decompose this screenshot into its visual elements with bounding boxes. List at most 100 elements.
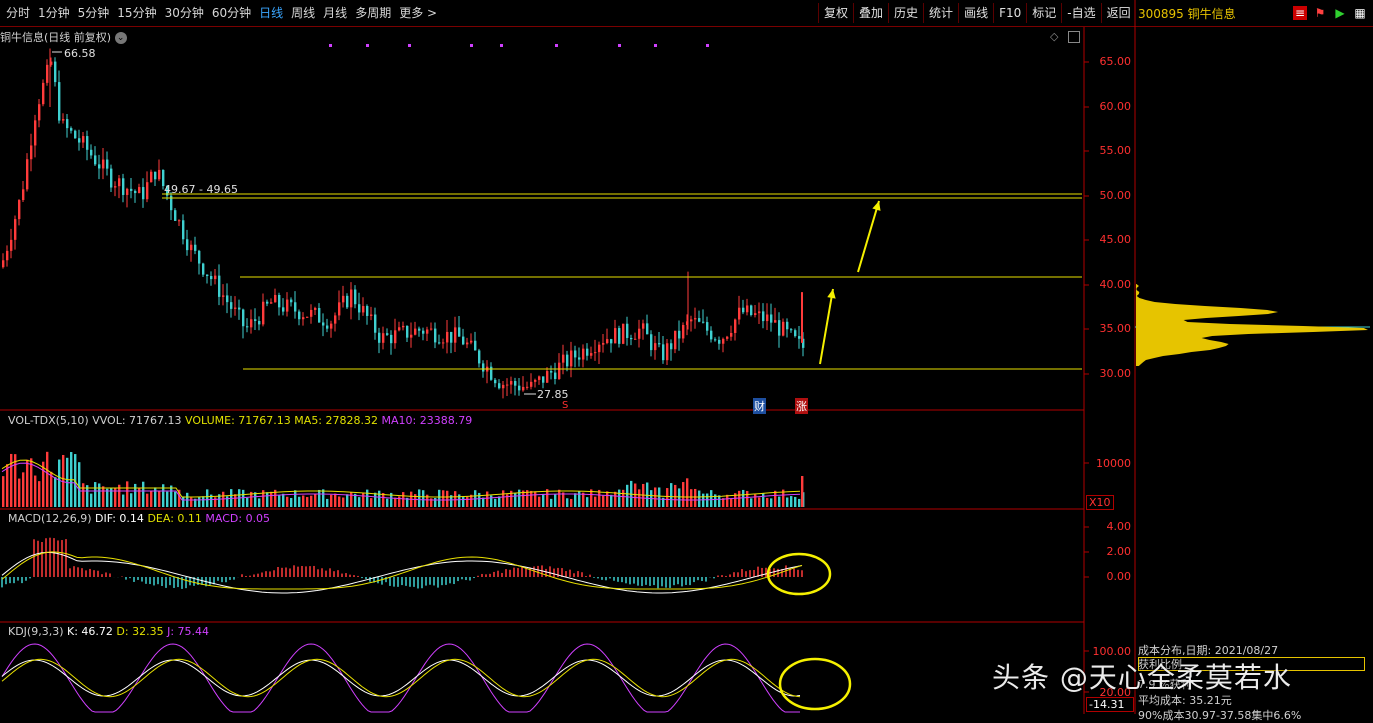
finance-marker[interactable]: 财 bbox=[753, 398, 766, 414]
candle-body bbox=[386, 333, 389, 335]
candle-body bbox=[142, 187, 145, 200]
candle-body bbox=[54, 61, 57, 83]
volume-bar bbox=[762, 493, 765, 507]
volume-bar bbox=[594, 496, 597, 507]
candle-body bbox=[690, 319, 693, 322]
candle-body bbox=[350, 289, 353, 308]
candle-body bbox=[126, 188, 129, 195]
candle-body bbox=[482, 363, 485, 372]
kdj-d-line bbox=[1, 658, 801, 698]
volume-bar bbox=[562, 492, 565, 507]
candle-body bbox=[558, 362, 561, 380]
candle-body bbox=[714, 339, 717, 341]
volume-bar bbox=[246, 497, 249, 507]
maximize-icon[interactable] bbox=[1068, 31, 1080, 43]
candle-body bbox=[278, 294, 281, 308]
candle-body bbox=[518, 385, 521, 391]
candle-body bbox=[250, 319, 253, 328]
candle-body bbox=[230, 302, 233, 309]
candle-body bbox=[498, 383, 501, 389]
volume-bar bbox=[154, 487, 157, 507]
candle-body bbox=[658, 343, 661, 345]
vol-unit: X10 bbox=[1086, 495, 1114, 510]
cost-row5: 90%成本30.97-37.58集中6.6% bbox=[1138, 709, 1302, 722]
price-y-tick: 60.00 bbox=[1099, 100, 1132, 113]
volume-bar bbox=[422, 490, 425, 507]
candle-body bbox=[614, 328, 617, 344]
candle-body bbox=[90, 149, 93, 156]
volume-bar bbox=[214, 497, 217, 507]
candle-body bbox=[586, 348, 589, 356]
candle-body bbox=[754, 313, 757, 316]
top-marker-dot bbox=[408, 44, 411, 47]
candle-body bbox=[242, 309, 245, 327]
candle-body bbox=[538, 376, 541, 380]
volume-bar bbox=[322, 489, 325, 507]
volume-bar bbox=[434, 497, 437, 507]
candle-body bbox=[290, 299, 293, 303]
candle-body bbox=[318, 308, 321, 323]
candle-body bbox=[214, 275, 217, 280]
volume-bar bbox=[358, 497, 361, 507]
candle-body bbox=[478, 350, 481, 364]
volume-bar bbox=[610, 494, 613, 507]
candle-body bbox=[718, 339, 721, 344]
volume-bar bbox=[306, 497, 309, 507]
candle-body bbox=[270, 302, 273, 304]
candle-body bbox=[158, 169, 161, 180]
candle-body bbox=[42, 82, 45, 105]
diamond-icon[interactable]: ◇ bbox=[1050, 30, 1058, 43]
volume-bar bbox=[310, 495, 313, 507]
vol-ma10: MA10: 23388.79 bbox=[381, 414, 473, 427]
volume-bar bbox=[346, 494, 349, 507]
volume-bar bbox=[82, 483, 85, 507]
kdj-indicator: KDJ(9,3,3) bbox=[8, 625, 64, 638]
volume-bar bbox=[710, 490, 713, 507]
volume-bar bbox=[770, 498, 773, 507]
candle-body bbox=[274, 294, 277, 303]
candle-body bbox=[762, 311, 765, 322]
candle-body bbox=[782, 321, 785, 336]
vol-y-tick: 10000 bbox=[1096, 457, 1131, 470]
volume-bar bbox=[326, 498, 329, 507]
candle-body bbox=[710, 330, 713, 340]
volume-bar bbox=[166, 491, 169, 507]
volume-bar bbox=[698, 490, 701, 507]
top-marker-dot bbox=[555, 44, 558, 47]
candle-body bbox=[466, 342, 469, 345]
volume-bar bbox=[198, 496, 201, 507]
collapse-icon[interactable]: ⌄ bbox=[114, 32, 127, 44]
rise-marker[interactable]: 涨 bbox=[795, 398, 808, 414]
volume-bar bbox=[746, 490, 749, 507]
arrow-up-2 bbox=[857, 200, 880, 273]
volume-bar bbox=[570, 498, 573, 507]
vol-ma5: MA5: 27828.32 bbox=[294, 414, 378, 427]
volume-bar bbox=[494, 498, 497, 507]
candle-body bbox=[330, 323, 333, 329]
candle-body bbox=[2, 260, 5, 268]
volume-bar bbox=[18, 478, 21, 507]
candle-body bbox=[82, 136, 85, 143]
kdj-j-line bbox=[1, 643, 800, 713]
candle-body bbox=[738, 307, 741, 320]
macd-dif: DIF: 0.14 bbox=[95, 512, 144, 525]
kdj-highlight-circle bbox=[778, 657, 852, 711]
candle-body bbox=[670, 343, 673, 350]
volume-bar bbox=[438, 489, 441, 507]
candle-body bbox=[654, 343, 657, 351]
candle-body bbox=[78, 138, 81, 143]
candle-body bbox=[382, 333, 385, 343]
volume-bar bbox=[182, 496, 185, 507]
candle-body bbox=[298, 311, 301, 320]
candle-body bbox=[414, 328, 417, 335]
candle-body bbox=[102, 159, 105, 169]
candle-body bbox=[238, 307, 241, 310]
candle-body bbox=[150, 171, 153, 183]
volume-bar bbox=[566, 498, 569, 507]
candle-body bbox=[266, 301, 269, 304]
kdj-panel-title: KDJ(9,3,3) K: 46.72 D: 32.35 J: 75.44 bbox=[8, 625, 209, 638]
volume-bar bbox=[2, 476, 5, 507]
candle-body bbox=[534, 379, 537, 382]
candle-body bbox=[202, 263, 205, 275]
volume-bar bbox=[530, 490, 533, 507]
